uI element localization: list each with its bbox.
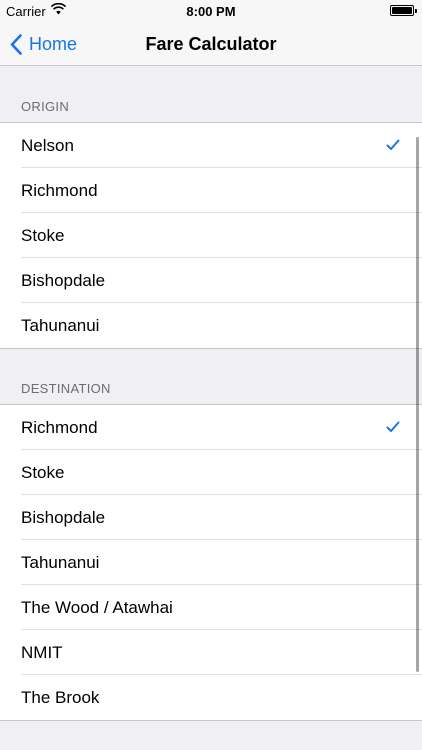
destination-row-label: Richmond	[21, 417, 98, 437]
status-time: 8:00 PM	[186, 4, 236, 19]
destination-row-label: Bishopdale	[21, 507, 106, 527]
fare-table[interactable]: ORIGIN Nelson Richmond Stoke Bishopdale Tahu…	[0, 67, 422, 750]
destination-row-label: NMIT	[21, 642, 63, 662]
destination-row-label: The Wood / Atawhai	[21, 597, 173, 617]
destination-row[interactable]: The Brook	[0, 675, 422, 720]
checkmark-icon	[386, 139, 400, 150]
origin-row[interactable]: Tahunanui	[0, 303, 422, 348]
origin-row[interactable]: Nelson	[0, 123, 422, 168]
origin-row-label: Richmond	[21, 180, 98, 200]
origin-row[interactable]: Richmond	[0, 168, 422, 213]
navigation-bar: Home Fare Calculator	[0, 22, 422, 66]
destination-list: Richmond Stoke Bishopdale Tahunanui The Wood…	[0, 404, 422, 721]
origin-row-label: Nelson	[21, 135, 74, 155]
origin-row-label: Bishopdale	[21, 270, 106, 290]
battery-icon	[390, 5, 417, 16]
origin-section-header: ORIGIN	[21, 99, 70, 114]
origin-row-label: Stoke	[21, 225, 65, 245]
destination-row[interactable]: Stoke	[0, 450, 422, 495]
destination-row[interactable]: Bishopdale	[0, 495, 422, 540]
status-bar: Carrier 8:00 PM	[0, 0, 422, 22]
destination-row-label: Tahunanui	[21, 552, 100, 572]
destination-section-header: DESTINATION	[21, 381, 111, 396]
origin-row[interactable]: Bishopdale	[0, 258, 422, 303]
origin-row[interactable]: Stoke	[0, 213, 422, 258]
destination-row[interactable]: NMIT	[0, 630, 422, 675]
destination-row-label: Stoke	[21, 462, 65, 482]
origin-list: Nelson Richmond Stoke Bishopdale Tahunanui	[0, 122, 422, 349]
checkmark-icon	[386, 421, 400, 432]
scroll-indicator[interactable]	[416, 137, 419, 672]
page-title: Fare Calculator	[145, 34, 277, 54]
destination-row[interactable]: Richmond	[0, 405, 422, 450]
destination-row[interactable]: Tahunanui	[0, 540, 422, 585]
destination-row[interactable]: The Wood / Atawhai	[0, 585, 422, 630]
origin-row-label: Tahunanui	[21, 315, 100, 335]
destination-row-label: The Brook	[21, 687, 100, 707]
